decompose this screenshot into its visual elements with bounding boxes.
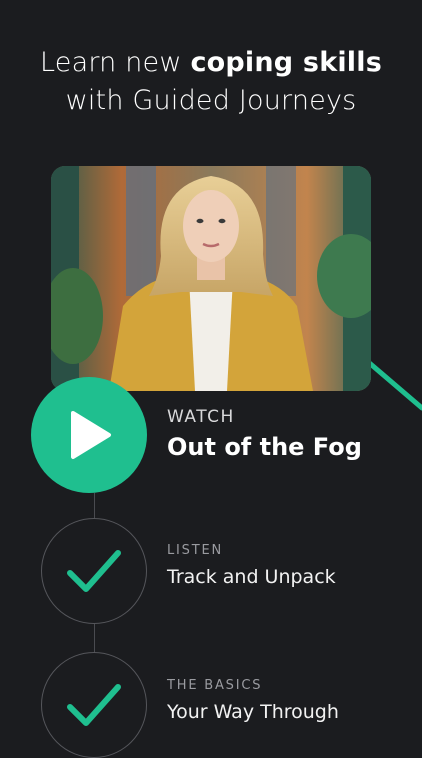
step-title: Out of the Fog	[167, 433, 362, 461]
step-category: LISTEN	[167, 543, 224, 558]
step-title: Track and Unpack	[167, 566, 336, 588]
step-status-circle[interactable]	[41, 652, 147, 758]
headline-line-2: with Guided Journeys	[65, 85, 357, 116]
step-status-circle[interactable]	[41, 518, 147, 624]
headline-emphasis: coping skills	[190, 47, 382, 78]
check-icon	[67, 684, 121, 726]
play-icon	[71, 411, 111, 459]
step-category: THE BASICS	[167, 678, 263, 693]
step-listen[interactable]: LISTEN Track and Unpack	[167, 543, 336, 588]
step-watch[interactable]: WATCH Out of the Fog	[167, 407, 362, 461]
step-category: WATCH	[167, 407, 235, 427]
headline-prefix: Learn new	[40, 47, 191, 78]
headline: Learn new coping skills with Guided Jour…	[0, 44, 422, 120]
video-thumbnail[interactable]	[51, 166, 371, 391]
play-button[interactable]	[31, 377, 147, 493]
headline-line-1: Learn new coping skills	[0, 44, 422, 82]
check-icon	[67, 550, 121, 592]
step-the-basics[interactable]: THE BASICS Your Way Through	[167, 678, 339, 723]
step-title: Your Way Through	[167, 701, 339, 723]
video-thumbnail-image	[51, 166, 371, 391]
